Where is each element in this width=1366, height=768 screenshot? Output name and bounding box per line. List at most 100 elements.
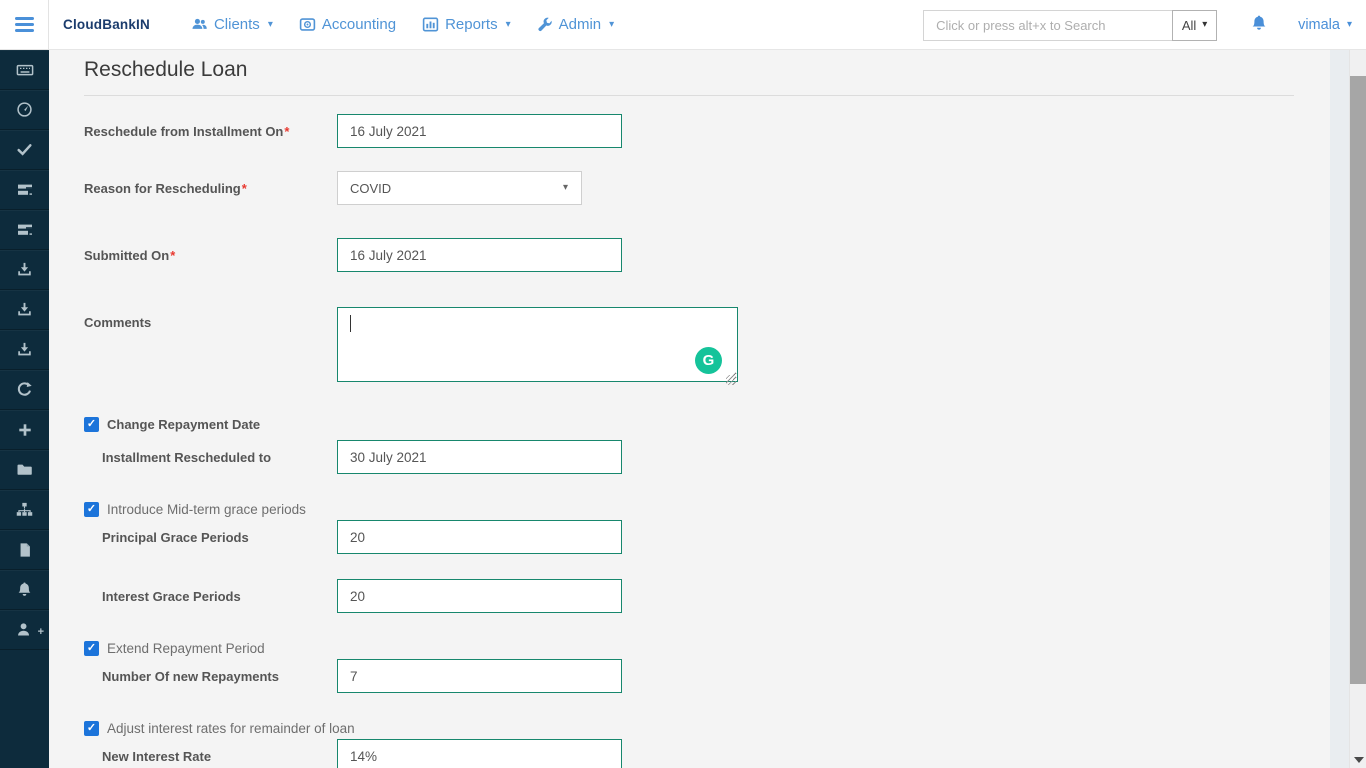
sidebar-item-add-user[interactable]: + bbox=[0, 610, 49, 650]
keyboard-icon bbox=[16, 61, 34, 79]
nav-reports[interactable]: Reports ▾ bbox=[409, 16, 524, 33]
change-repayment-checkbox[interactable] bbox=[84, 417, 99, 432]
add-user-icon bbox=[16, 621, 33, 638]
bell-icon bbox=[16, 581, 33, 598]
topbar-right: All ▾ vimala ▾ bbox=[923, 0, 1352, 50]
sidebar-item-download-1[interactable] bbox=[0, 250, 49, 290]
sidebar-item-add[interactable] bbox=[0, 410, 49, 450]
search-scope-dropdown[interactable]: All ▾ bbox=[1172, 10, 1217, 41]
main-content: Reschedule Loan Reschedule from Installm… bbox=[49, 50, 1330, 768]
content-right-gutter bbox=[1330, 50, 1349, 768]
field-label: Reschedule from Installment On* bbox=[84, 124, 337, 139]
checkbox-row-extend-repayment: Extend Repayment Period bbox=[84, 641, 1330, 656]
compass-icon bbox=[16, 101, 33, 118]
field-row-reschedule-from: Reschedule from Installment On* bbox=[84, 114, 1330, 148]
nav-admin[interactable]: Admin ▾ bbox=[524, 16, 628, 33]
new-interest-rate-input[interactable] bbox=[337, 739, 622, 768]
checkbox-row-adjust-interest: Adjust interest rates for remainder of l… bbox=[84, 721, 1330, 736]
rows-icon bbox=[16, 221, 34, 239]
sidebar-item-download-2[interactable] bbox=[0, 290, 49, 330]
download-icon bbox=[16, 261, 33, 278]
field-label: Principal Grace Periods bbox=[84, 530, 337, 545]
user-menu[interactable]: vimala ▾ bbox=[1298, 17, 1352, 33]
chevron-down-icon: ▾ bbox=[563, 183, 568, 193]
new-repayments-input[interactable] bbox=[337, 659, 622, 693]
folder-icon bbox=[16, 461, 33, 478]
required-asterisk: * bbox=[242, 181, 247, 196]
reschedule-from-input[interactable] bbox=[337, 114, 622, 148]
refresh-icon bbox=[16, 381, 33, 398]
sidebar-item-queue-1[interactable] bbox=[0, 170, 49, 210]
page-title: Reschedule Loan bbox=[84, 50, 1294, 96]
bar-chart-icon bbox=[422, 16, 439, 33]
checkbox-label: Introduce Mid-term grace periods bbox=[107, 502, 306, 517]
hamburger-icon bbox=[15, 14, 34, 35]
sidebar-item-refresh[interactable] bbox=[0, 370, 49, 410]
sidebar-item-download-3[interactable] bbox=[0, 330, 49, 370]
principal-grace-input[interactable] bbox=[337, 520, 622, 554]
field-label: New Interest Rate bbox=[84, 749, 337, 764]
text-cursor bbox=[350, 315, 351, 332]
sidebar-item-notifications[interactable] bbox=[0, 570, 49, 610]
plus-icon bbox=[17, 422, 33, 438]
comments-textarea[interactable] bbox=[337, 307, 738, 382]
field-label: Installment Rescheduled to bbox=[84, 450, 337, 465]
scrollbar-down-arrow[interactable] bbox=[1354, 757, 1364, 763]
plus-icon: + bbox=[38, 626, 44, 638]
check-icon bbox=[16, 141, 33, 158]
notifications-button[interactable] bbox=[1250, 14, 1268, 37]
installment-rescheduled-input[interactable] bbox=[337, 440, 622, 474]
checkbox-label: Change Repayment Date bbox=[107, 417, 260, 432]
field-label: Reason for Rescheduling* bbox=[84, 181, 337, 196]
scrollbar-thumb[interactable] bbox=[1350, 76, 1366, 684]
chevron-down-icon: ▾ bbox=[1347, 20, 1352, 30]
global-search: All ▾ bbox=[923, 10, 1217, 41]
sidebar-item-hierarchy[interactable] bbox=[0, 490, 49, 530]
field-row-comments: Comments G bbox=[84, 307, 1330, 387]
sitemap-icon bbox=[16, 501, 33, 518]
reason-select[interactable]: COVID ▾ bbox=[337, 171, 582, 205]
sidebar-item-folders[interactable] bbox=[0, 450, 49, 490]
field-row-installment-rescheduled: Installment Rescheduled to bbox=[84, 440, 1330, 474]
grace-periods-checkbox[interactable] bbox=[84, 502, 99, 517]
sidebar-item-queue-2[interactable] bbox=[0, 210, 49, 250]
checkbox-row-change-repayment: Change Repayment Date bbox=[84, 417, 1330, 432]
chevron-down-icon: ▾ bbox=[506, 20, 511, 30]
required-asterisk: * bbox=[170, 248, 175, 263]
checkbox-row-grace-periods: Introduce Mid-term grace periods bbox=[84, 502, 1330, 517]
users-icon bbox=[191, 16, 208, 33]
field-label: Submitted On* bbox=[84, 248, 337, 263]
download-icon bbox=[16, 301, 33, 318]
field-row-principal-grace: Principal Grace Periods bbox=[84, 520, 1330, 554]
bell-icon bbox=[1250, 14, 1268, 37]
sidebar-item-approvals[interactable] bbox=[0, 130, 49, 170]
main-nav: Clients ▾ Accounting Reports ▾ Admin ▾ bbox=[178, 16, 627, 33]
app-logo[interactable]: CloudBankIN bbox=[63, 17, 150, 32]
sidebar-item-documents[interactable] bbox=[0, 530, 49, 570]
grammarly-icon[interactable]: G bbox=[695, 347, 722, 374]
sidebar: + bbox=[0, 50, 49, 768]
file-icon bbox=[17, 542, 33, 558]
field-row-reason: Reason for Rescheduling* COVID ▾ bbox=[84, 171, 1330, 205]
wrench-icon bbox=[537, 17, 553, 33]
field-label: Number Of new Repayments bbox=[84, 669, 337, 684]
chevron-down-icon: ▾ bbox=[1202, 20, 1207, 30]
nav-clients[interactable]: Clients ▾ bbox=[178, 16, 286, 33]
sidebar-item-keyboard[interactable] bbox=[0, 50, 49, 90]
nav-accounting[interactable]: Accounting bbox=[286, 16, 409, 33]
sidebar-item-dashboard[interactable] bbox=[0, 90, 49, 130]
interest-grace-input[interactable] bbox=[337, 579, 622, 613]
field-row-new-repayments: Number Of new Repayments bbox=[84, 659, 1330, 693]
search-input[interactable] bbox=[923, 10, 1173, 41]
checkbox-label: Extend Repayment Period bbox=[107, 641, 265, 656]
accounting-icon bbox=[299, 16, 316, 33]
adjust-interest-checkbox[interactable] bbox=[84, 721, 99, 736]
resize-handle-icon[interactable] bbox=[726, 375, 736, 385]
field-row-submitted-on: Submitted On* bbox=[84, 238, 1330, 272]
hamburger-menu-button[interactable] bbox=[0, 0, 49, 50]
submitted-on-input[interactable] bbox=[337, 238, 622, 272]
vertical-scrollbar[interactable] bbox=[1349, 50, 1366, 768]
field-label: Interest Grace Periods bbox=[84, 589, 337, 604]
extend-repayment-checkbox[interactable] bbox=[84, 641, 99, 656]
field-label: Comments bbox=[84, 307, 337, 330]
